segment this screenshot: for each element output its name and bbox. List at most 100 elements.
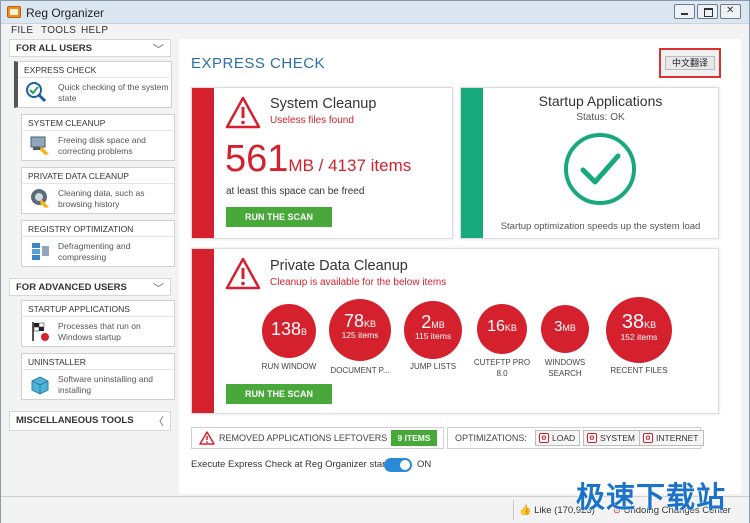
page-title: EXPRESS CHECK <box>191 55 326 72</box>
sidebar-item-system-cleanup[interactable]: SYSTEM CLEANUP Freeing disk space and co… <box>21 114 175 161</box>
optimization-system-button[interactable]: o SYSTEM <box>583 430 640 446</box>
menu-bar: FILE TOOLS HELP <box>1 24 749 38</box>
sidebar-item-title: SYSTEM CLEANUP <box>21 118 175 131</box>
warning-icon <box>225 257 261 290</box>
card-accent-stripe <box>192 249 214 413</box>
title-bar: Reg Organizer <box>1 1 749 24</box>
warning-icon <box>199 431 215 445</box>
removed-leftovers-bar[interactable]: REMOVED APPLICATIONS LEFTOVERS 9 ITEMS <box>191 427 444 449</box>
sidebar-item-startup-applications[interactable]: STARTUP APPLICATIONS Processes that run … <box>21 300 175 347</box>
sidebar-item-private-data-cleanup[interactable]: PRIVATE DATA CLEANUP Cleaning data, such… <box>21 167 175 214</box>
translate-button[interactable]: 中文翻译 <box>659 48 721 78</box>
sidebar-item-title: EXPRESS CHECK <box>17 65 171 78</box>
bubble-items: 115 items <box>414 331 452 341</box>
menu-help[interactable]: HELP <box>81 25 108 36</box>
cleanup-size: 561MB / 4137 items <box>225 138 411 181</box>
registry-icon <box>32 243 49 260</box>
sidebar-item-desc: Software uninstalling and installing <box>58 374 153 395</box>
bubble-label: WINDOWS SEARCH <box>544 358 586 378</box>
section-advanced-label: FOR ADVANCED USERS <box>16 282 127 293</box>
sidebar-item-title: UNINSTALLER <box>22 357 174 370</box>
cleanup-size-value: 561 <box>225 138 289 180</box>
system-cleanup-subtitle: Useless files found <box>270 115 354 126</box>
section-miscellaneous[interactable]: MISCELLANEOUS TOOLS 〈 <box>9 411 171 431</box>
bubble-items: 125 items <box>341 330 379 340</box>
sidebar-item-title: REGISTRY OPTIMIZATION <box>21 224 175 237</box>
optimizations-bar: OPTIMIZATIONS: o LOAD o SYSTEM o INTERNET <box>447 427 704 449</box>
sidebar-item-registry-optimization[interactable]: REGISTRY OPTIMIZATION Defragmenting and … <box>21 220 175 267</box>
minimize-button[interactable] <box>674 4 695 19</box>
removed-items-badge[interactable]: 9 ITEMS <box>391 430 437 446</box>
optimizations-label: OPTIMIZATIONS: <box>455 433 527 443</box>
sidebar-item-desc: Cleaning data, such as browsing history <box>58 188 145 209</box>
startup-status: Status: OK <box>576 112 625 123</box>
maximize-button[interactable] <box>697 4 718 19</box>
cleanup-size-rest: MB / 4137 items <box>288 156 412 175</box>
section-all-users-label: FOR ALL USERS <box>16 43 93 54</box>
bubble-label: DOCUMENT P... <box>330 366 390 375</box>
sidebar-item-desc: Processes that run on Windows startup <box>58 321 141 342</box>
private-data-subtitle: Cleanup is available for the below items <box>270 277 447 288</box>
sidebar-item-title: PRIVATE DATA CLEANUP <box>22 171 174 184</box>
broom-cleanup-icon <box>30 136 49 155</box>
bubble-run-window[interactable]: 138B <box>262 304 316 358</box>
site-watermark: 极速下载站 <box>576 480 727 514</box>
bubble-label: RECENT FILES <box>610 366 668 375</box>
bubble-value: 138B <box>270 319 308 339</box>
bubble-label: RUN WINDOW <box>261 362 317 371</box>
bubble-windows-search[interactable]: 3MB <box>541 305 589 353</box>
optimization-system-label: SYSTEM <box>600 433 635 443</box>
sidebar: FOR ALL USERS ﹀ EXPRESS CHECK Quick chec… <box>9 39 175 439</box>
sidebar-item-uninstaller[interactable]: UNINSTALLER Software uninstalling and in… <box>21 353 175 400</box>
main-panel: EXPRESS CHECK 中文翻译 System Cleanup Useles… <box>179 39 741 494</box>
system-cleanup-card: System Cleanup Useless files found 561MB… <box>191 87 453 239</box>
optimization-internet-label: INTERNET <box>656 433 699 443</box>
optimization-internet-button[interactable]: o INTERNET <box>639 430 704 446</box>
optimization-load-button[interactable]: o LOAD <box>535 430 581 446</box>
chevron-down-icon: ﹀ <box>153 283 164 295</box>
warning-icon <box>225 96 261 129</box>
optimization-icon: o <box>643 433 653 443</box>
chevron-left-icon: 〈 <box>153 416 164 428</box>
magnifier-check-icon <box>26 82 47 103</box>
sidebar-item-express-check[interactable]: EXPRESS CHECK Quick checking of the syst… <box>14 61 172 108</box>
bubble-recent-files[interactable]: 38KB 152 items <box>606 297 672 363</box>
optimization-icon: o <box>539 433 549 443</box>
startup-toggle-switch[interactable] <box>384 458 412 472</box>
system-cleanup-title: System Cleanup <box>270 96 377 112</box>
startup-toggle-label: Execute Express Check at Reg Organizer s… <box>191 459 399 470</box>
card-accent-stripe <box>461 88 483 238</box>
bubble-value: 16KB <box>487 318 517 335</box>
optimization-icon: o <box>587 433 597 443</box>
optimization-load-label: LOAD <box>552 433 576 443</box>
section-advanced-users[interactable]: FOR ADVANCED USERS ﹀ <box>9 278 171 296</box>
app-logo-icon <box>7 6 21 18</box>
section-all-users[interactable]: FOR ALL USERS ﹀ <box>9 39 171 57</box>
bubble-value: 78KB <box>343 311 377 331</box>
run-scan-button[interactable]: RUN THE SCAN <box>226 384 332 404</box>
app-window: Reg Organizer FILE TOOLS HELP FOR ALL US… <box>0 0 750 523</box>
private-data-cleanup-card: Private Data Cleanup Cleanup is availabl… <box>191 248 719 414</box>
startup-flag-icon <box>32 322 49 341</box>
card-accent-stripe <box>192 88 214 238</box>
bubble-document-p[interactable]: 78KB 125 items <box>329 299 391 361</box>
chevron-down-icon: ﹀ <box>153 44 164 56</box>
run-scan-button[interactable]: RUN THE SCAN <box>226 207 332 227</box>
bubble-label: JUMP LISTS <box>409 362 457 371</box>
private-data-title: Private Data Cleanup <box>270 258 408 274</box>
close-button[interactable] <box>720 4 741 19</box>
uninstaller-box-icon <box>31 376 49 395</box>
window-controls <box>674 4 741 19</box>
removed-leftovers-label: REMOVED APPLICATIONS LEFTOVERS <box>219 433 388 443</box>
bubble-cuteftp[interactable]: 16KB <box>477 304 527 354</box>
sidebar-item-title: STARTUP APPLICATIONS <box>22 304 174 317</box>
check-circle-icon <box>564 133 636 205</box>
menu-tools[interactable]: TOOLS <box>41 25 76 36</box>
section-misc-label: MISCELLANEOUS TOOLS <box>16 415 134 426</box>
cleanup-note: at least this space can be freed <box>226 186 365 197</box>
bubble-value: 3MB <box>554 318 576 335</box>
bubble-jump-lists[interactable]: 2MB 115 items <box>404 301 462 359</box>
menu-file[interactable]: FILE <box>11 25 33 36</box>
startup-toggle-state: ON <box>417 459 432 470</box>
sidebar-item-desc: Quick checking of the system state <box>58 82 169 103</box>
